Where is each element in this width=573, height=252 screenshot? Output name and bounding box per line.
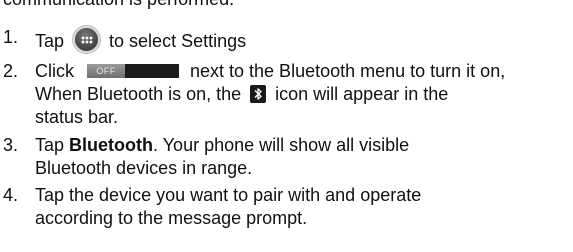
apps-dots-icon [81,36,94,44]
step-3: 3. Tap Bluetooth. Your phone will show a… [0,134,573,184]
steps-list: 1. Tap to select Settings 2. Click OFF n… [0,26,573,234]
step-text: Tap to select Settings [35,26,573,53]
intro-text: communication is performed. [3,0,234,10]
bluetooth-menu-label: Bluetooth [69,135,154,155]
step-text-before-toggle: Click [35,61,79,81]
step-number: 1. [3,27,19,47]
bluetooth-icon [250,85,267,103]
step-number: 4. [3,185,19,205]
step-2: 2. Click OFF next to the Bluetooth menu … [0,60,573,134]
toggle-off-label: OFF [87,64,125,78]
step-text-before-icon: Tap [35,31,70,51]
step-text-line-1: Click OFF next to the Bluetooth menu to … [35,60,573,83]
step-text-before-bt-icon: When Bluetooth is on, the [35,84,247,104]
step-text-line-2: Bluetooth devices in range. [35,158,253,178]
step-text-line-1: Tap Bluetooth. Your phone will show all … [35,134,573,157]
step-text-line-1: Tap the device you want to pair with and… [35,185,422,205]
step-text-after-icon: to select Settings [104,31,247,51]
apps-icon [73,26,101,53]
step-text-line-2: according to the message prompt. [35,208,308,228]
step-4: 4. Tap the device you want to pair with … [0,184,573,234]
step-text-prefix: Tap [35,135,65,155]
step-text-rest: . Your phone will show all visible [153,135,410,155]
manual-page: communication is performed. 1. Tap to se… [0,0,573,252]
step-text-after-toggle: next to the Bluetooth menu to turn it on… [185,61,506,81]
step-text-after-bt-icon: icon will appear in the [270,84,449,104]
step-text-line-3: status bar. [35,107,119,127]
step-text-line-2: When Bluetooth is on, the icon will appe… [35,83,573,106]
bluetooth-toggle-switch[interactable]: OFF [87,64,179,78]
step-number: 3. [3,135,19,155]
step-number: 2. [3,61,19,81]
step-1: 1. Tap to select Settings [0,26,573,60]
